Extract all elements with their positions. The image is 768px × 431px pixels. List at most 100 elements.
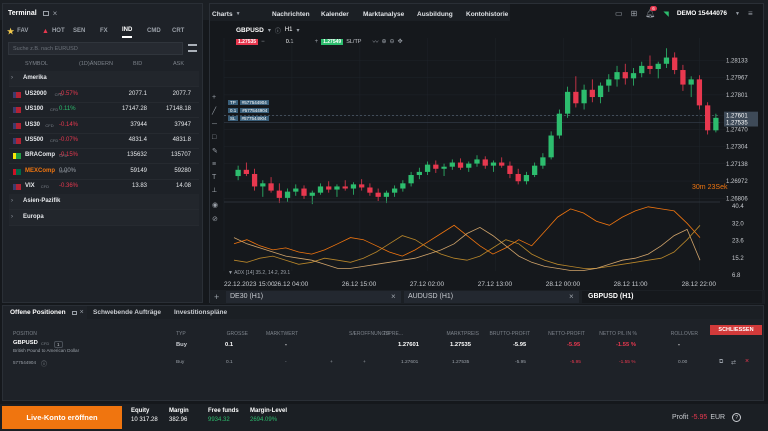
tab-label: FX [100, 28, 108, 34]
chart-tab-de30[interactable]: DE30 (H1) × [226, 291, 401, 303]
window-icon[interactable] [71, 310, 77, 315]
chart-tab-audusd[interactable]: AUDUSD (H1) × [404, 291, 579, 303]
nav-education[interactable]: Ausbildung [417, 6, 453, 22]
nav-analysis[interactable]: Marktanalyse [363, 6, 404, 22]
candle-body [647, 65, 653, 69]
close-all-button[interactable]: SCHLIESSEN [710, 325, 762, 335]
tab-cmd[interactable]: CMD [147, 24, 161, 38]
tp-marker[interactable]: TP #577544904 [228, 99, 269, 106]
row-symbol: US100 [25, 106, 44, 113]
search-input[interactable]: Suche z.B. nach EURUSD [8, 42, 183, 55]
row-change: -0.36% [59, 182, 79, 189]
close-position-icon[interactable]: × [745, 358, 749, 365]
tab-label: HOT [51, 28, 65, 34]
candle-body [243, 169, 249, 174]
market-row[interactable]: US500 CFD -0.07% 4831.4 4831.8 [9, 133, 199, 149]
add-chart-icon[interactable]: + [214, 292, 219, 302]
position-qty: 0.1 [228, 108, 239, 113]
date-axis-label: 28.12 11:00 [614, 281, 648, 288]
currency-label: EUR [710, 414, 726, 421]
charts-menu[interactable]: Charts ▼ [212, 6, 241, 22]
account-area: ▭ ⊞ 🔔︎ 6 ◥ DEMO 15444076 ▼ ≡ [615, 6, 753, 21]
chevron-icon: › [11, 214, 13, 220]
tp-id: #577544904 [239, 100, 269, 105]
candle-body [705, 105, 711, 131]
tab-fx[interactable]: FX [100, 24, 108, 38]
chart-panel: Charts ▼ Nachrichten Kalender Marktanalys… [209, 3, 765, 304]
nav-news[interactable]: Nachrichten [272, 6, 310, 22]
subposition-tp[interactable]: + [363, 360, 366, 365]
candle-body [449, 162, 455, 167]
tab-label: CMD [147, 28, 161, 34]
row-symbol: US30 [25, 121, 41, 128]
tab-ind[interactable]: IND [122, 24, 133, 38]
tab-hot[interactable]: ▲ HOT [42, 24, 65, 38]
market-row[interactable]: US100 CFD 0.11% 17147.28 17148.18 [9, 102, 199, 119]
chevron-down-icon[interactable]: ▼ [735, 11, 740, 17]
candle-body [490, 162, 497, 166]
candle-body [317, 186, 324, 193]
window-icon[interactable] [42, 10, 49, 16]
close-icon[interactable]: × [569, 292, 574, 301]
nav-history[interactable]: Kontohistorie [466, 6, 508, 22]
close-icon[interactable]: × [53, 9, 58, 18]
position-marker[interactable]: 0.1 #577544904 [228, 107, 270, 114]
nav-calendar[interactable]: Kalender [321, 6, 349, 22]
market-row[interactable]: MEXComp CFD 0.00% 59149 59280 [9, 164, 199, 180]
row-tag: CFD [40, 183, 50, 189]
tab-label: Schwebende Aufträge [93, 309, 162, 316]
close-icon[interactable]: × [80, 309, 84, 316]
row-bid: 13.83 [131, 182, 147, 189]
tab-crt[interactable]: CRT [172, 24, 184, 38]
subposition-sl[interactable]: + [330, 360, 333, 365]
col-header: ERÖFFNUNGSPRE... [353, 331, 403, 337]
copy-icon[interactable]: ⧉ [719, 359, 723, 366]
reverse-icon[interactable]: ⇄ [731, 359, 736, 366]
tab-open-positions[interactable]: Offene Positionen × [3, 306, 87, 319]
tab-investment-plans[interactable]: Investitionspläne [174, 306, 227, 319]
info-icon[interactable]: ⓘ [41, 359, 47, 368]
market-row[interactable]: US30 CFD -0.14% 37944 37947 [9, 118, 199, 134]
candle-body [474, 159, 480, 164]
menu-icon[interactable]: ≡ [748, 9, 753, 18]
list-view-icon[interactable] [188, 44, 197, 52]
row-symbol: BRAComp [25, 152, 55, 159]
bell-icon[interactable]: 🔔︎ 6 [645, 6, 657, 18]
position-gross: -5.95 [513, 342, 527, 348]
price-axis-label: 1.26806 [726, 196, 748, 202]
price-chart[interactable]: 1.281331.279671.278011.276011.275351.274… [210, 21, 765, 291]
tab-pending-orders[interactable]: Schwebende Aufträge [93, 306, 161, 319]
group-america[interactable]: › Amerika [9, 71, 199, 87]
row-bid: 59149 [130, 167, 147, 174]
timer-min: 30m [692, 184, 706, 191]
monitor-icon[interactable]: ▭ [615, 9, 623, 18]
subposition-type: Buy [176, 360, 185, 365]
candle-body [688, 79, 694, 85]
tab-fav[interactable]: ★ FAV [7, 24, 28, 38]
row-change: 0.11% [59, 106, 76, 113]
chart-tab-gbpusd[interactable]: GBPUSD (H1) [582, 291, 762, 303]
date-axis-label: 28.12 22:00 [682, 281, 717, 288]
account-label[interactable]: DEMO 15444076 [677, 10, 727, 17]
flag-icon [13, 122, 21, 129]
candle-body [457, 162, 464, 168]
flag-icon [13, 92, 21, 98]
nav-label: Kontohistorie [466, 10, 509, 18]
group-europe[interactable]: › Europa [9, 210, 199, 226]
group-asia[interactable]: › Asien-Pazifik [9, 194, 199, 210]
row-ask: 37947 [174, 121, 191, 128]
close-icon[interactable]: × [391, 292, 396, 301]
margin-level-label: Margin-Level [250, 408, 288, 414]
market-row[interactable]: US2000 CFD -0.57% 2077.1 2077.7 [9, 87, 199, 103]
timer-sec: 23Sek [707, 184, 728, 191]
candle-body [251, 173, 258, 187]
sl-marker[interactable]: SL #577544904 [228, 115, 269, 122]
osc-axis-label: 40.4 [732, 204, 744, 210]
live-account-button[interactable]: Live-Konto eröffnen [2, 406, 122, 429]
tab-sen[interactable]: SEN [73, 24, 85, 38]
help-icon[interactable]: ? [732, 413, 742, 422]
candle-body [696, 79, 703, 106]
gift-icon[interactable]: ⊞ [631, 9, 638, 18]
market-row[interactable]: VIX CFD -0.36% 13.83 14.08 [9, 179, 199, 195]
market-row[interactable]: BRAComp CFD -0.15% 135632 135707 [9, 148, 199, 165]
